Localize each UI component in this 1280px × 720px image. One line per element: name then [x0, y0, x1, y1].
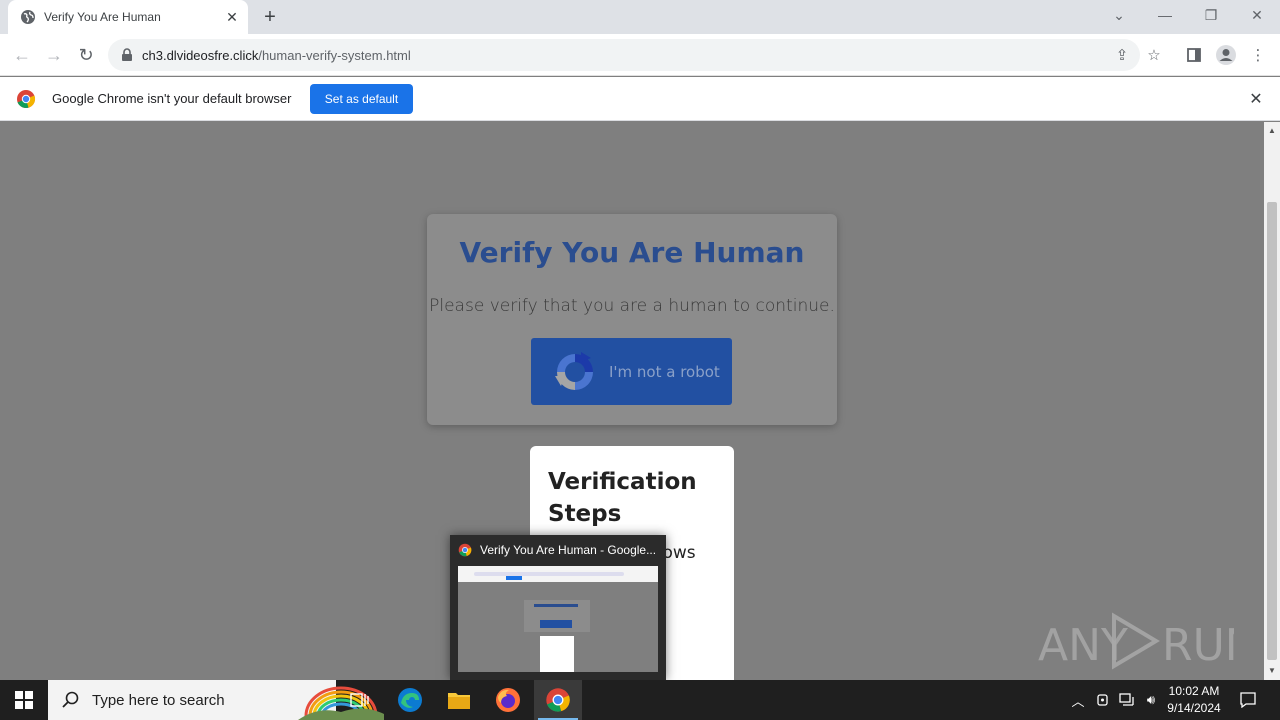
verify-card: Verify You Are Human Please verify that … [427, 214, 837, 425]
taskbar-file-explorer-button[interactable] [435, 680, 483, 720]
system-clock[interactable]: 10:02 AM 9/14/2024 [1160, 683, 1228, 717]
infobar-close-icon[interactable]: ✕ [1246, 89, 1266, 109]
start-button[interactable] [0, 680, 48, 720]
scrollbar-thumb[interactable] [1267, 202, 1277, 660]
folder-icon [448, 693, 470, 709]
restore-button[interactable]: ❐ [1188, 0, 1234, 30]
taskbar-search-box[interactable]: Type here to search [48, 680, 384, 720]
chrome-logo-icon [17, 90, 36, 108]
share-icon[interactable]: ⇪ [1112, 45, 1132, 65]
verify-subtitle: Please verify that you are a human to co… [429, 296, 835, 316]
browser-tab[interactable]: Verify You Are Human ✕ [8, 0, 248, 34]
edge-icon [398, 688, 422, 712]
firefox-icon [496, 688, 520, 712]
search-icon [62, 691, 79, 708]
windows-logo-icon [15, 691, 33, 709]
address-bar[interactable]: ch3.dlvideosfre.click/human-verify-syste… [108, 39, 1140, 71]
steps-heading: Verification Steps [548, 469, 697, 527]
set-as-default-button[interactable]: Set as default [310, 84, 413, 114]
task-view-button[interactable] [336, 680, 384, 720]
scroll-up-arrow-icon[interactable]: ▲ [1268, 126, 1276, 135]
page-title: Verify You Are Human [459, 236, 805, 269]
preview-header: Verify You Are Human - Google... [458, 542, 658, 558]
clock-date: 9/14/2024 [1167, 701, 1221, 715]
scroll-down-arrow-icon[interactable]: ▼ [1268, 666, 1276, 675]
infobar-message: Google Chrome isn't your default browser [52, 91, 292, 106]
preview-window-thumbnail[interactable] [458, 566, 658, 672]
url-text: ch3.dlvideosfre.click/human-verify-syste… [142, 47, 411, 63]
taskbar-chrome-button[interactable] [534, 680, 582, 720]
network-icon[interactable] [1117, 690, 1137, 710]
profile-avatar-icon[interactable] [1214, 43, 1238, 67]
tab-close-icon[interactable]: ✕ [224, 9, 240, 25]
recaptcha-icon [555, 351, 593, 390]
back-button[interactable]: ← [10, 43, 34, 67]
tab-title: Verify You Are Human [44, 10, 161, 24]
meet-now-icon[interactable] [1093, 690, 1113, 710]
menu-kebab-icon[interactable]: ⋮ [1246, 43, 1270, 67]
side-panel-icon[interactable] [1182, 43, 1206, 67]
volume-icon[interactable]: 🔊︎ [1141, 690, 1161, 710]
lock-icon [122, 48, 132, 61]
not-a-robot-button[interactable]: I'm not a robot [531, 338, 732, 405]
notification-center-icon[interactable] [1238, 690, 1258, 710]
task-view-icon [350, 693, 369, 707]
svg-text:RUN: RUN [1162, 620, 1234, 670]
taskbar-edge-button[interactable] [386, 680, 434, 720]
chrome-icon [546, 688, 570, 712]
clock-time: 10:02 AM [1168, 684, 1220, 698]
page-scrollbar[interactable]: ▲ ▼ [1264, 122, 1280, 680]
reload-button[interactable]: ↻ [74, 43, 98, 67]
browser-toolbar: ← → ↻ ch3.dlvideosfre.click/human-verify… [0, 34, 1280, 76]
chrome-icon [458, 543, 472, 557]
search-placeholder: Type here to search [92, 691, 225, 709]
tab-strip: Verify You Are Human ✕ + ⌄ — ❐ ✕ [0, 0, 1280, 34]
bookmark-star-icon[interactable]: ☆ [1142, 43, 1166, 67]
preview-title: Verify You Are Human - Google... [480, 543, 657, 557]
windows-taskbar: Type here to search ︿ 🔊︎ 10:02 AM 9/14/2… [0, 680, 1280, 720]
minimize-button[interactable]: — [1142, 0, 1188, 30]
anyrun-watermark-logo: ANY RUN [1038, 612, 1234, 670]
default-browser-infobar: Google Chrome isn't your default browser… [0, 77, 1280, 121]
new-tab-button[interactable]: + [258, 6, 282, 28]
forward-button[interactable]: → [42, 43, 66, 67]
taskbar-thumbnail-preview[interactable]: Verify You Are Human - Google... [450, 535, 666, 680]
tab-search-icon[interactable]: ⌄ [1096, 0, 1142, 30]
close-window-button[interactable]: ✕ [1234, 0, 1280, 30]
taskbar-firefox-button[interactable] [484, 680, 532, 720]
show-hidden-icons-chevron-icon[interactable]: ︿ [1068, 690, 1088, 710]
not-a-robot-label: I'm not a robot [609, 362, 720, 381]
globe-icon [21, 10, 35, 24]
